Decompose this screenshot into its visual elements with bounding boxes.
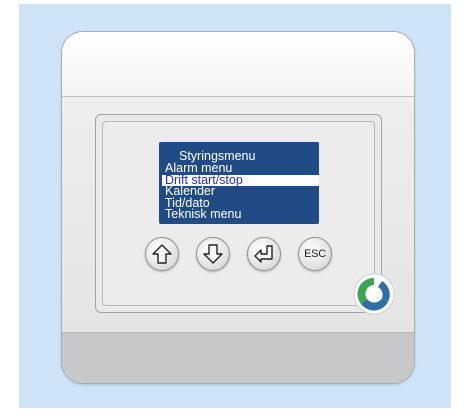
- menu-item-teknisk[interactable]: Teknisk menu: [162, 208, 319, 221]
- enter-button[interactable]: [247, 237, 281, 271]
- control-panel-device: Styringsmenu Alarm menu Drift start/stop…: [61, 31, 415, 384]
- up-button[interactable]: [145, 237, 179, 271]
- menu-list: Alarm menu Drift start/stop Kalender Tid…: [162, 162, 319, 221]
- device-top-cover: [62, 32, 414, 97]
- device-bottom-cover: [62, 332, 414, 383]
- arrow-down-icon: [203, 244, 223, 264]
- keypad-panel: Styringsmenu Alarm menu Drift start/stop…: [95, 114, 382, 313]
- brand-logo-icon: [353, 273, 395, 315]
- esc-button[interactable]: ESC: [298, 237, 332, 271]
- keypad-panel-inner: Styringsmenu Alarm menu Drift start/stop…: [102, 121, 375, 306]
- lcd-display: Styringsmenu Alarm menu Drift start/stop…: [159, 142, 319, 224]
- down-button[interactable]: [196, 237, 230, 271]
- esc-label: ESC: [304, 248, 326, 260]
- arrow-up-icon: [152, 244, 172, 264]
- enter-return-icon: [254, 245, 273, 263]
